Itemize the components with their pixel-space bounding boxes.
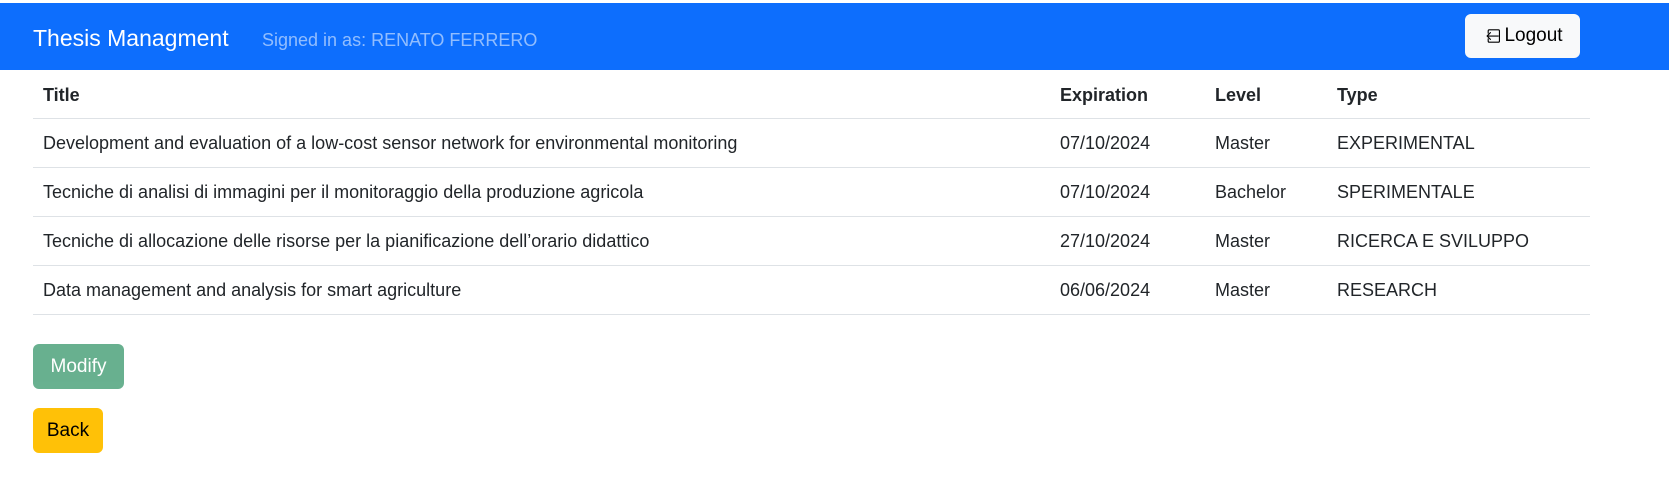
cell-expiration: 07/10/2024 xyxy=(1050,118,1205,168)
cell-level: Master xyxy=(1205,118,1327,168)
table-header-row: Title Expiration Level Type xyxy=(33,72,1590,119)
cell-level: Master xyxy=(1205,216,1327,266)
signed-in-text: Signed in as: RENATO FERRERO xyxy=(262,30,538,50)
header-title: Title xyxy=(33,72,1050,119)
cell-expiration: 06/06/2024 xyxy=(1050,265,1205,315)
thesis-table: Title Expiration Level Type Development … xyxy=(33,72,1590,315)
cell-type: RICERCA E SVILUPPO xyxy=(1327,216,1590,266)
cell-expiration: 07/10/2024 xyxy=(1050,167,1205,217)
cell-type: SPERIMENTALE xyxy=(1327,167,1590,217)
table-row[interactable]: Development and evaluation of a low-cost… xyxy=(33,118,1590,168)
header-level: Level xyxy=(1205,72,1327,119)
cell-type: RESEARCH xyxy=(1327,265,1590,315)
cell-type: EXPERIMENTAL xyxy=(1327,118,1590,168)
table-row[interactable]: Tecniche di analisi di immagini per il m… xyxy=(33,167,1590,217)
logout-icon xyxy=(1482,27,1501,45)
cell-level: Master xyxy=(1205,265,1327,315)
table-row[interactable]: Tecniche di allocazione delle risorse pe… xyxy=(33,216,1590,266)
back-button[interactable]: Back xyxy=(33,408,103,453)
cell-title: Tecniche di analisi di immagini per il m… xyxy=(33,167,1050,217)
cell-expiration: 27/10/2024 xyxy=(1050,216,1205,266)
logout-button[interactable]: Logout xyxy=(1465,14,1580,58)
cell-level: Bachelor xyxy=(1205,167,1327,217)
navbar: Thesis Managment Signed in as: RENATO FE… xyxy=(0,3,1669,70)
brand-title[interactable]: Thesis Managment xyxy=(33,24,229,52)
cell-title: Data management and analysis for smart a… xyxy=(33,265,1050,315)
logout-label: Logout xyxy=(1504,25,1563,46)
header-expiration: Expiration xyxy=(1050,72,1205,119)
cell-title: Development and evaluation of a low-cost… xyxy=(33,118,1050,168)
table-row[interactable]: Data management and analysis for smart a… xyxy=(33,265,1590,315)
header-type: Type xyxy=(1327,72,1590,119)
cell-title: Tecniche di allocazione delle risorse pe… xyxy=(33,216,1050,266)
modify-button[interactable]: Modify xyxy=(33,344,124,389)
